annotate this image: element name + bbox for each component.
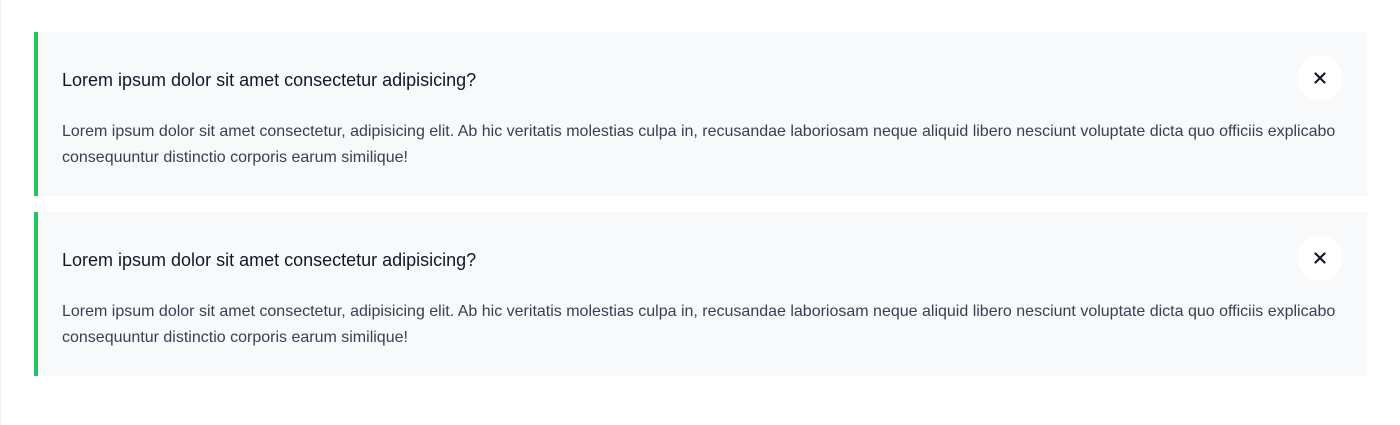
faq-answer: Lorem ipsum dolor sit amet consectetur, …: [62, 303, 1336, 346]
faq-item: Lorem ipsum dolor sit amet consectetur a…: [34, 212, 1367, 376]
faq-question[interactable]: Lorem ipsum dolor sit amet consectetur a…: [62, 249, 476, 271]
faq-list: Lorem ipsum dolor sit amet consectetur a…: [34, 32, 1367, 392]
close-button[interactable]: [1297, 235, 1343, 281]
faq-question[interactable]: Lorem ipsum dolor sit amet consectetur a…: [62, 69, 476, 91]
close-icon: [1314, 72, 1326, 84]
close-icon: [1314, 252, 1326, 264]
close-button[interactable]: [1297, 55, 1343, 101]
faq-answer: Lorem ipsum dolor sit amet consectetur, …: [62, 123, 1336, 166]
faq-item: Lorem ipsum dolor sit amet consectetur a…: [34, 32, 1367, 196]
page-edge-divider: [0, 0, 1, 425]
